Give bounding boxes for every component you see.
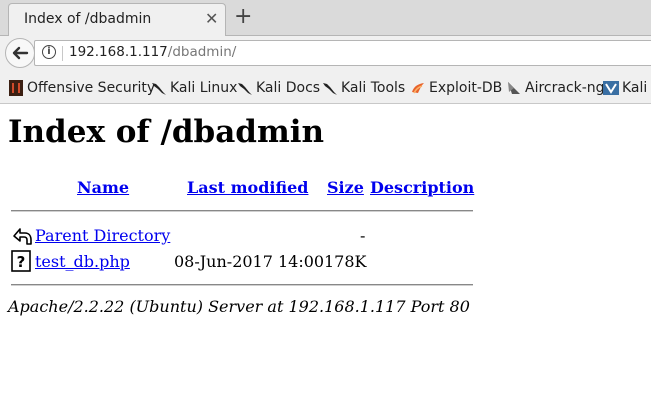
bookmark-kali-docs[interactable]: Kali Docs: [237, 78, 320, 98]
tab-active[interactable]: Index of /dbadmin ✕: [8, 3, 226, 36]
back-arrow-icon: [12, 46, 29, 60]
kali-dragon-icon: [323, 83, 337, 95]
new-tab-icon[interactable]: +: [234, 3, 252, 31]
column-header-size[interactable]: Size: [327, 178, 364, 197]
svg-text:?: ?: [17, 253, 26, 271]
kali-dragon-icon: [238, 83, 252, 95]
column-header-last-modified[interactable]: Last modified: [187, 178, 308, 197]
divider-top: [11, 210, 473, 212]
aircrack-icon: [508, 82, 520, 94]
bookmark-aircrack-ng[interactable]: Aircrack-ng: [506, 78, 605, 98]
page-title: Index of /dbadmin: [8, 114, 325, 150]
bookmark-label: Offensive Security: [27, 80, 156, 96]
server-signature: Apache/2.2.22 (Ubuntu) Server at 192.168…: [8, 297, 470, 316]
offsec-icon: [9, 80, 23, 96]
page-content: Index of /dbadmin Name Last modified Siz…: [0, 104, 651, 402]
column-header-name[interactable]: Name: [77, 178, 129, 197]
row-last-modified: 08-Jun-2017 14:00: [174, 252, 325, 271]
bookmark-label: Kali F: [622, 80, 651, 96]
column-header-description[interactable]: Description: [370, 178, 474, 197]
bookmark-exploit-db[interactable]: Exploit-DB: [410, 78, 502, 98]
bookmark-kali-linux[interactable]: Kali Linux: [151, 78, 237, 98]
bookmark-label: Exploit-DB: [429, 80, 503, 96]
bookmark-label: Kali Linux: [170, 80, 238, 96]
site-info-icon[interactable]: i: [42, 45, 56, 59]
exploit-db-icon: [412, 83, 424, 94]
url-path: /dbadmin/: [167, 44, 237, 60]
unknown-file-icon: ?: [11, 250, 31, 272]
kali-forums-icon: [603, 81, 619, 95]
file-link[interactable]: test_db.php: [35, 252, 130, 271]
kali-dragon-icon: [152, 83, 166, 95]
url-text[interactable]: 192.168.1.117/dbadmin/: [69, 44, 236, 60]
divider-bottom: [11, 284, 473, 286]
back-button[interactable]: [5, 38, 35, 68]
tab-strip: Index of /dbadmin ✕ +: [0, 0, 651, 36]
back-folder-icon: [13, 228, 32, 245]
bookmark-label: Aircrack-ng: [525, 80, 605, 96]
tab-title: Index of /dbadmin: [24, 11, 152, 27]
bookmark-kali-tools[interactable]: Kali Tools: [322, 78, 405, 98]
close-tab-icon[interactable]: ✕: [205, 9, 218, 28]
bookmarks-bar: Offensive Security Kali Linux Kali Docs …: [0, 70, 651, 104]
bookmark-label: Kali Tools: [341, 80, 406, 96]
row-size: 178K: [324, 252, 367, 271]
bookmark-kali-forums[interactable]: Kali F: [603, 78, 651, 98]
row-size: -: [360, 226, 366, 245]
navigation-bar: i 192.168.1.117/dbadmin/: [0, 36, 651, 70]
parent-directory-link[interactable]: Parent Directory: [35, 226, 170, 245]
url-divider: [62, 46, 63, 61]
url-host: 192.168.1.117: [69, 44, 168, 60]
bookmark-label: Kali Docs: [256, 80, 321, 96]
bookmark-offensive-security[interactable]: Offensive Security: [8, 78, 155, 98]
address-bar[interactable]: i 192.168.1.117/dbadmin/: [34, 40, 651, 66]
